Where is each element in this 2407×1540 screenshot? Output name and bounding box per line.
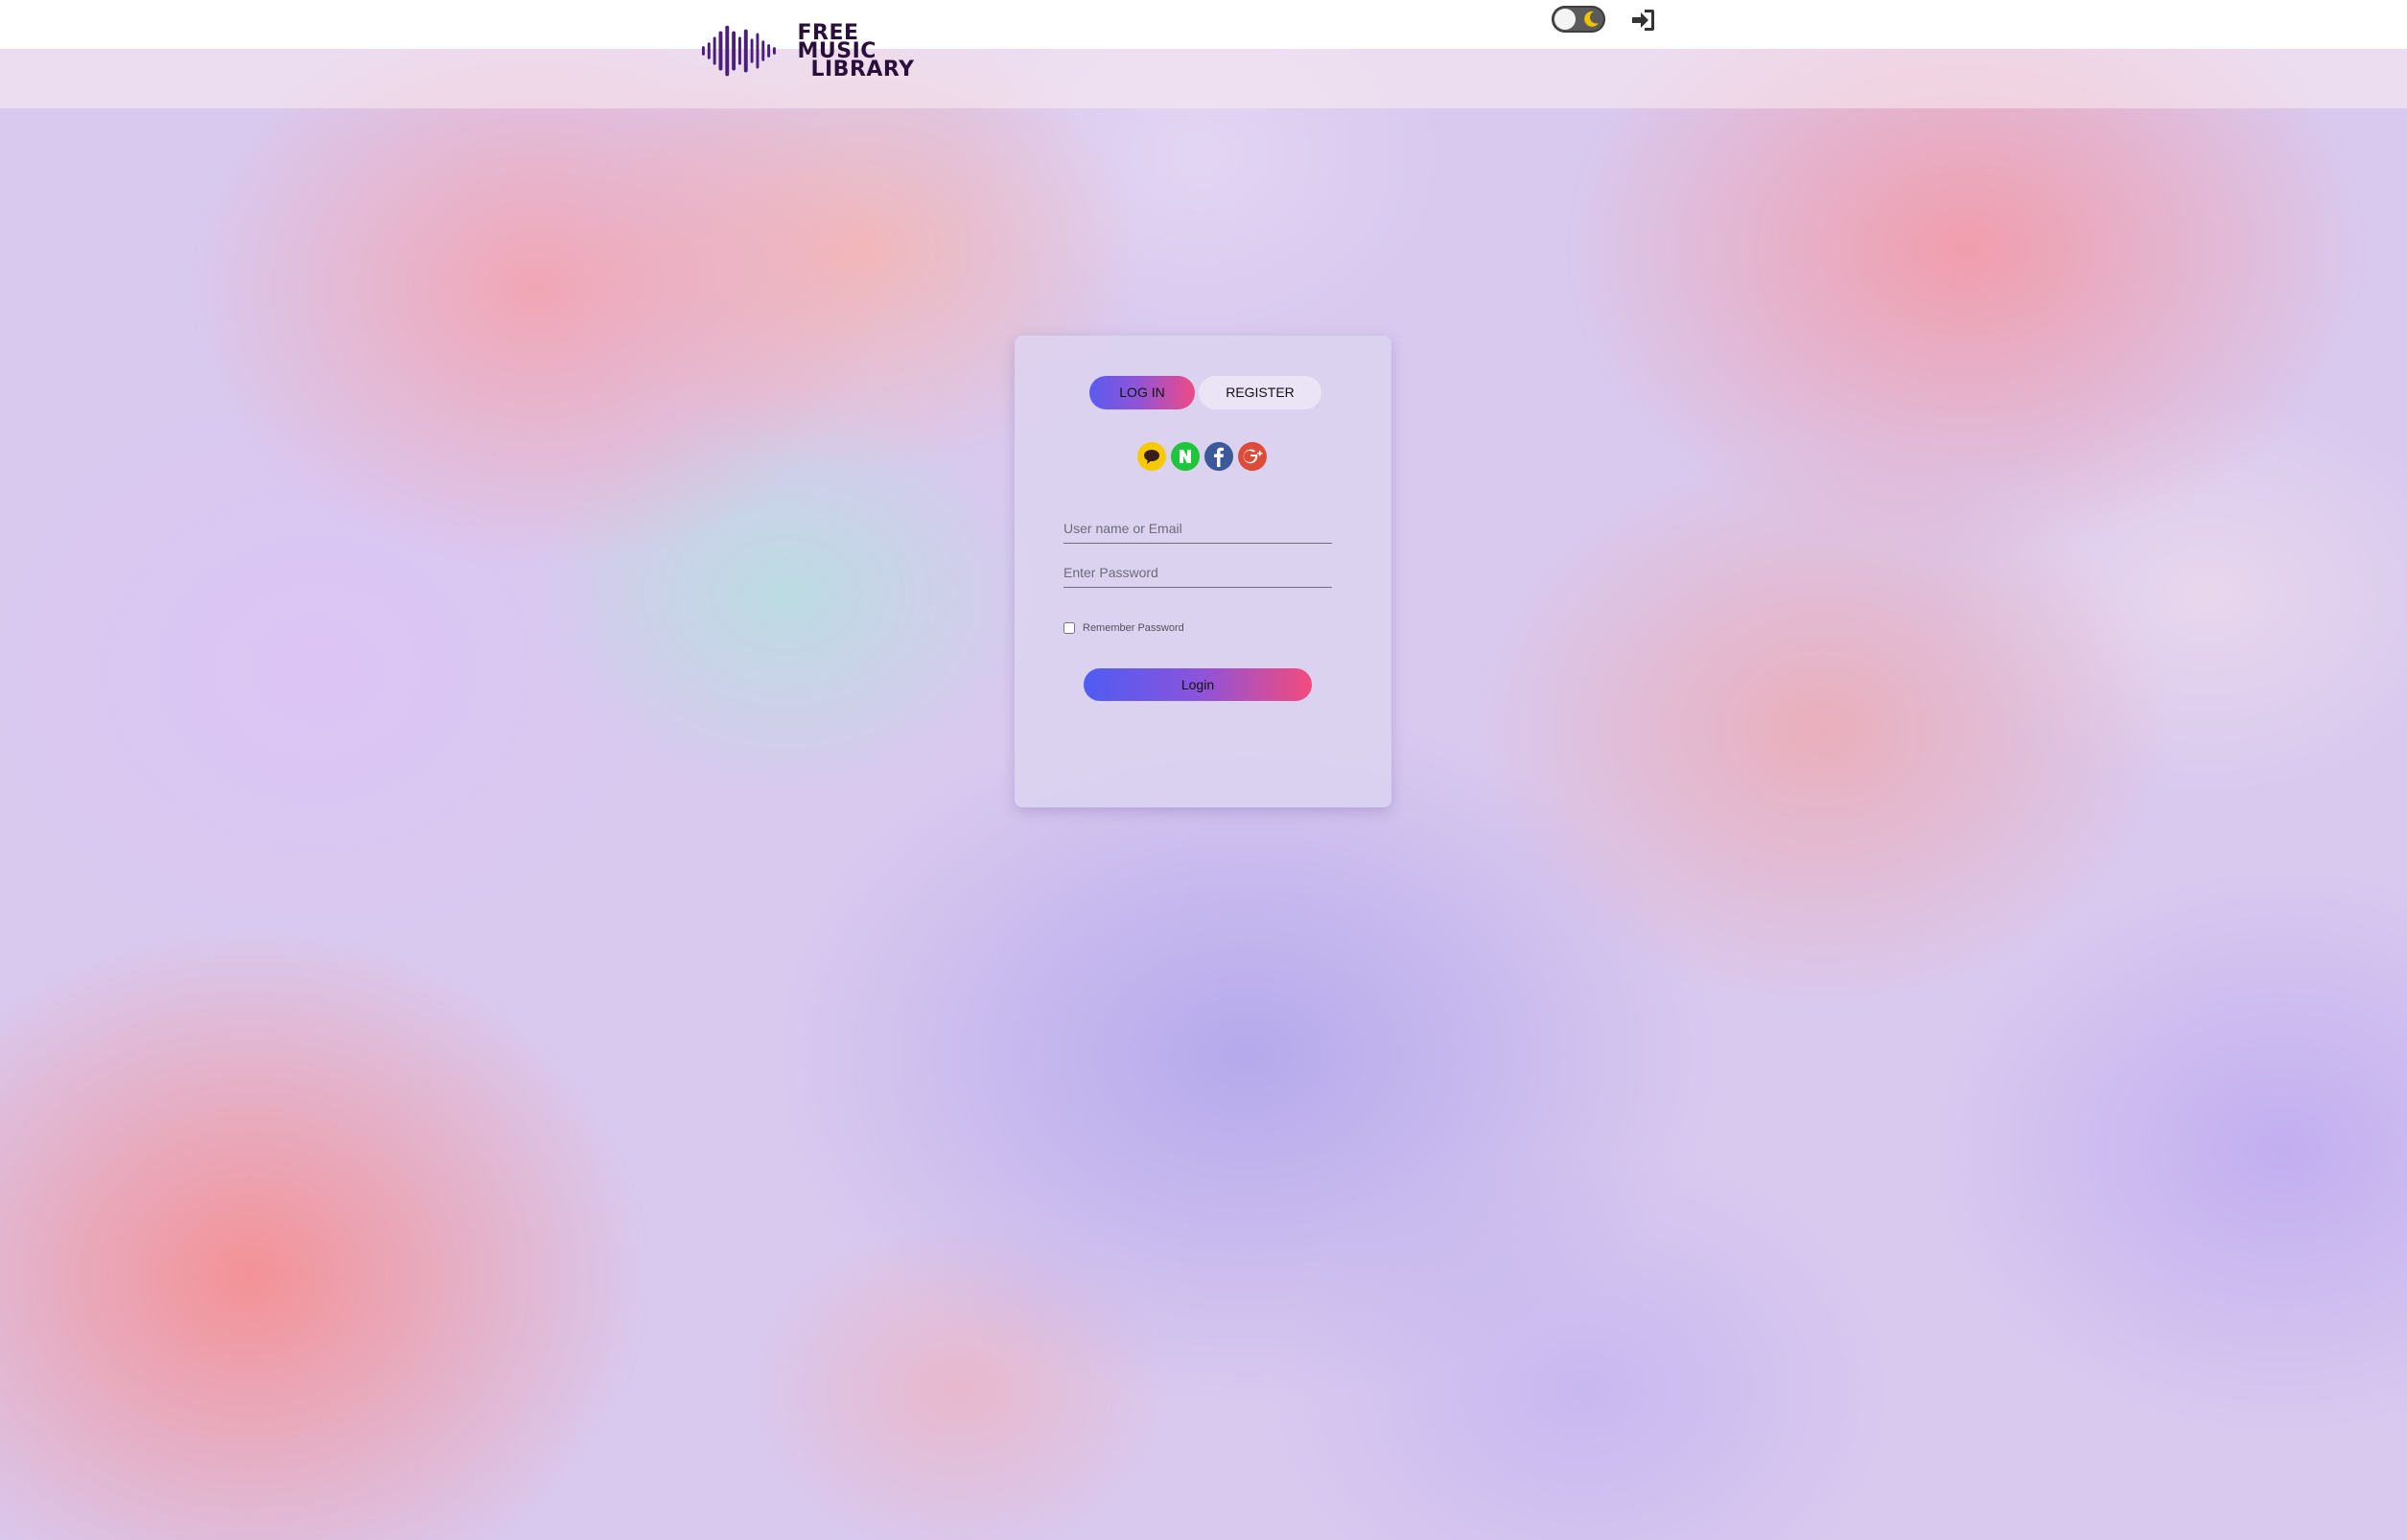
tab-login[interactable]: LOG IN (1089, 376, 1195, 409)
facebook-login-button[interactable] (1204, 442, 1233, 471)
sign-in-icon[interactable] (1628, 6, 1657, 35)
site-logo[interactable]: FREE MUSIC LIBRARY (702, 20, 942, 82)
remember-password-checkbox[interactable] (1063, 622, 1075, 634)
password-input[interactable] (1063, 558, 1332, 588)
kakao-icon (1144, 450, 1159, 464)
moon-icon (1584, 11, 1599, 27)
tab-register[interactable]: REGISTER (1199, 376, 1321, 409)
top-navbar (0, 0, 2407, 49)
logo-wordmark: FREE MUSIC LIBRARY (797, 20, 942, 82)
username-email-input[interactable] (1063, 514, 1332, 544)
logo-line-1: FREE MUSIC (797, 20, 876, 63)
google-plus-icon (1243, 449, 1263, 464)
remember-password[interactable]: Remember Password (1063, 622, 1184, 634)
auth-tabs: LOG IN REGISTER (1089, 376, 1321, 409)
navbar-shadow-band (0, 49, 2407, 108)
theme-toggle[interactable] (1552, 6, 1605, 33)
remember-password-label: Remember Password (1083, 622, 1184, 634)
naver-icon (1180, 450, 1191, 463)
soundwave-icon (702, 25, 776, 77)
logo-line-2: LIBRARY (810, 57, 915, 82)
login-submit-button[interactable]: Login (1084, 668, 1312, 701)
naver-login-button[interactable] (1171, 442, 1200, 471)
facebook-icon (1214, 447, 1224, 467)
toggle-knob (1554, 9, 1576, 30)
google-plus-login-button[interactable] (1238, 442, 1267, 471)
kakao-login-button[interactable] (1137, 442, 1166, 471)
login-card: LOG IN REGISTER User name or Email Remem… (1015, 336, 1391, 807)
social-login-group (1137, 442, 1267, 471)
